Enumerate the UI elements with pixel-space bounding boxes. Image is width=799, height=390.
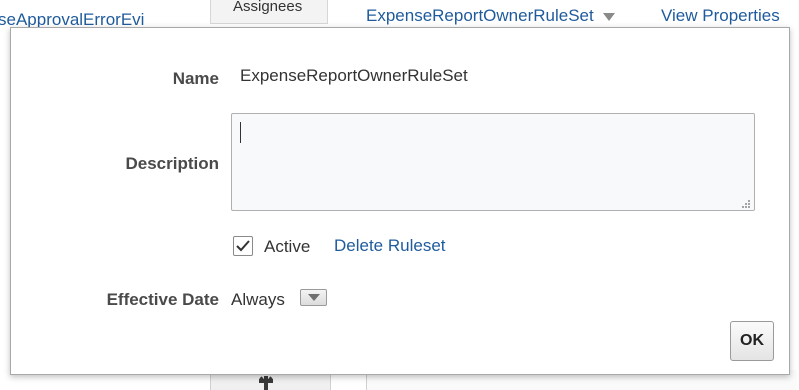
- ruleset-properties-dialog: Name ExpenseReportOwnerRuleSet Descripti…: [10, 27, 790, 375]
- name-value: ExpenseReportOwnerRuleSet: [240, 66, 468, 85]
- effective-date-label: Effective Date: [106, 290, 219, 309]
- resize-grip-icon[interactable]: [739, 199, 751, 209]
- checkmark-icon: [236, 240, 250, 252]
- ok-button[interactable]: OK: [730, 321, 774, 361]
- effective-date-value: Always: [231, 290, 285, 309]
- view-properties-link[interactable]: View Properties: [661, 6, 780, 26]
- effective-date-dropdown[interactable]: [300, 289, 327, 306]
- description-field[interactable]: [231, 113, 755, 211]
- active-label[interactable]: Active: [264, 237, 310, 257]
- chevron-down-icon: [602, 13, 615, 21]
- ruleset-selector[interactable]: ExpenseReportOwnerRuleSet: [366, 6, 615, 26]
- active-checkbox[interactable]: [233, 236, 253, 256]
- delete-ruleset-link[interactable]: Delete Ruleset: [334, 236, 446, 256]
- name-label: Name: [172, 69, 219, 88]
- tab-assignees-label: Assignees: [233, 0, 303, 15]
- description-label: Description: [125, 154, 219, 173]
- text-cursor: [240, 122, 241, 143]
- tab-assignees[interactable]: Assignees: [210, 0, 328, 24]
- chevron-down-icon: [307, 294, 320, 301]
- ruleset-selector-label: ExpenseReportOwnerRuleSet: [366, 6, 594, 25]
